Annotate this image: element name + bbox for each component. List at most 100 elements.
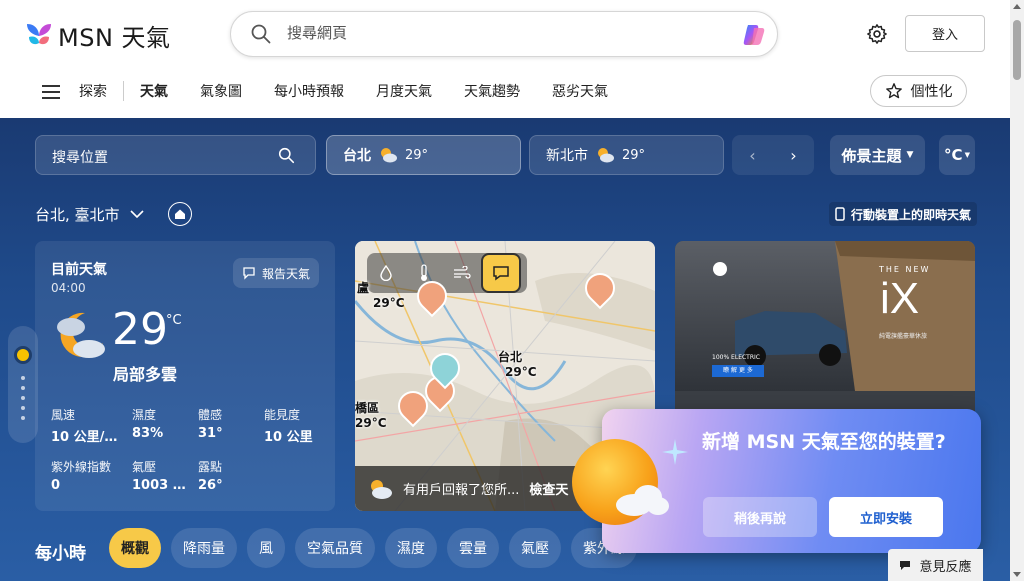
wind-layer-button[interactable]	[443, 253, 481, 293]
feedback-icon	[900, 560, 911, 570]
unit-toggle[interactable]: °C ▼	[939, 135, 975, 175]
rail-dot	[21, 416, 25, 420]
partly-cloudy-icon	[381, 148, 397, 163]
stat-label: 紫外線指數	[51, 460, 112, 474]
later-button[interactable]: 稍後再說	[703, 497, 817, 537]
unit-label: °C	[944, 146, 963, 164]
temperature-unit: °C	[166, 313, 182, 328]
partly-cloudy-icon	[371, 479, 392, 499]
stat-value: 10 公里	[264, 430, 313, 445]
login-button[interactable]: 登入	[905, 15, 985, 52]
page-scrollbar[interactable]	[1010, 0, 1024, 581]
install-app-popup: 新增 MSN 天氣至您的裝置? 稍後再說 立即安裝	[572, 409, 981, 553]
stat-wind: 風速 10 公里/...	[51, 406, 131, 445]
gear-icon[interactable]	[866, 23, 888, 45]
location-search[interactable]: 搜尋位置	[35, 135, 316, 175]
stat-value: 1003 ...	[132, 478, 187, 493]
map-place-label: 盧	[357, 281, 370, 295]
scrollbar-thumb[interactable]	[1013, 20, 1021, 80]
popup-title: 新增 MSN 天氣至您的裝置?	[702, 431, 946, 453]
search-icon	[278, 147, 295, 164]
install-button[interactable]: 立即安裝	[829, 497, 943, 537]
nav-item-maps[interactable]: 氣象圖	[184, 81, 258, 101]
feedback-label: 意見反應	[919, 559, 972, 575]
mobile-link-label: 行動裝置上的即時天氣	[851, 207, 972, 222]
city-temp: 29°	[405, 147, 429, 163]
current-location[interactable]: 台北, 臺北市	[35, 204, 120, 225]
sparkle-icon	[662, 439, 688, 465]
search-input[interactable]	[287, 24, 707, 42]
feedback-button[interactable]: 意見反應	[888, 549, 983, 581]
scroll-down-icon[interactable]	[1013, 572, 1021, 577]
nav-item-weather[interactable]: 天氣	[124, 81, 184, 101]
tab-cloud-cover[interactable]: 雲量	[447, 528, 499, 568]
rail-dot	[21, 396, 25, 400]
precipitation-layer-button[interactable]	[367, 253, 405, 293]
map-place-label: 橋區	[355, 401, 380, 415]
sun-icon	[14, 346, 32, 364]
stat-visibility: 能見度 10 公里	[264, 406, 344, 445]
chevron-right-icon[interactable]: ›	[790, 146, 796, 165]
chevron-left-icon[interactable]: ‹	[749, 146, 755, 165]
city-name: 新北市	[546, 148, 588, 164]
nav-item-explore[interactable]: 探索	[79, 81, 124, 101]
ad-subtitle: 純電旗艦豪華休旅	[879, 333, 928, 340]
city-carousel-arrows: ‹ ›	[732, 135, 814, 175]
nav-items: 探索 天氣 氣象圖 每小時預報 月度天氣 天氣趨勢 惡劣天氣	[79, 81, 624, 101]
header: MSN 天氣 登入	[0, 0, 1010, 68]
personalize-button[interactable]: 個性化	[870, 75, 967, 107]
rail-dot	[21, 376, 25, 380]
weather-condition: 局部多雲	[113, 365, 178, 384]
side-rail[interactable]	[8, 326, 38, 443]
theme-button[interactable]: 佈景主題 ▼	[830, 135, 925, 175]
hamburger-menu-icon[interactable]	[42, 85, 60, 99]
current-temperature: 29	[112, 304, 168, 355]
theme-label: 佈景主題	[841, 146, 902, 165]
nav-item-trends[interactable]: 天氣趨勢	[448, 81, 536, 101]
chat-bubble-icon	[493, 266, 509, 281]
partly-cloudy-icon	[598, 148, 614, 163]
rail-dot	[21, 386, 25, 390]
city-temp: 29°	[622, 147, 646, 163]
tab-wind[interactable]: 風	[247, 528, 285, 568]
web-search-box[interactable]	[230, 11, 778, 57]
tab-humidity[interactable]: 濕度	[385, 528, 437, 568]
tab-precipitation[interactable]: 降雨量	[171, 528, 237, 568]
personalize-label: 個性化	[910, 84, 953, 100]
current-location-row: 台北, 臺北市	[35, 202, 192, 226]
cloud-icon	[616, 485, 669, 516]
city-card-taipei[interactable]: 台北 29°	[326, 135, 521, 175]
stat-dew-point: 露點 26°	[198, 458, 278, 493]
current-weather-card: 目前天氣 04:00 報告天氣 29 °C 局部多雲 風速 10 公里/... …	[35, 241, 335, 511]
map-footer-action[interactable]: 檢查天	[529, 479, 568, 498]
report-weather-button[interactable]: 報告天氣	[233, 258, 319, 288]
nav-item-severe[interactable]: 惡劣天氣	[536, 81, 624, 101]
copilot-icon[interactable]	[741, 22, 767, 48]
scroll-up-icon[interactable]	[1013, 4, 1021, 9]
top-nav: 探索 天氣 氣象圖 每小時預報 月度天氣 天氣趨勢 惡劣天氣 個性化	[0, 68, 1010, 118]
ad-tagline-top: THE NEW	[879, 265, 931, 274]
ad-cta[interactable]: 瞭 解 更 多	[712, 365, 764, 377]
user-reports-layer-button[interactable]	[481, 253, 521, 293]
tab-pressure[interactable]: 氣壓	[509, 528, 561, 568]
current-weather-time: 04:00	[51, 281, 86, 295]
stat-value: 10 公里/...	[51, 430, 119, 445]
tab-overview[interactable]: 概觀	[109, 528, 161, 568]
report-weather-label: 報告天氣	[261, 266, 310, 281]
caret-down-icon: ▼	[964, 151, 970, 159]
thermometer-icon	[421, 264, 427, 281]
chat-bubble-icon	[243, 267, 255, 280]
ad-tagline: 100% ELECTRIC	[712, 354, 760, 361]
mobile-live-weather-link[interactable]: 行動裝置上的即時天氣	[829, 202, 978, 226]
droplet-icon	[380, 265, 392, 281]
stat-value: 26°	[198, 478, 223, 493]
chevron-down-icon[interactable]	[129, 209, 144, 219]
nav-item-monthly[interactable]: 月度天氣	[360, 81, 448, 101]
msn-logo[interactable]: MSN 天氣	[24, 18, 171, 53]
map-temp-label: 29°C	[373, 296, 405, 310]
home-button[interactable]	[167, 202, 192, 226]
tab-air-quality[interactable]: 空氣品質	[295, 528, 375, 568]
city-card-new-taipei[interactable]: 新北市 29°	[529, 135, 724, 175]
map-footer-text: 有用戶回報了您所...	[403, 483, 520, 498]
nav-item-hourly[interactable]: 每小時預報	[258, 81, 360, 101]
